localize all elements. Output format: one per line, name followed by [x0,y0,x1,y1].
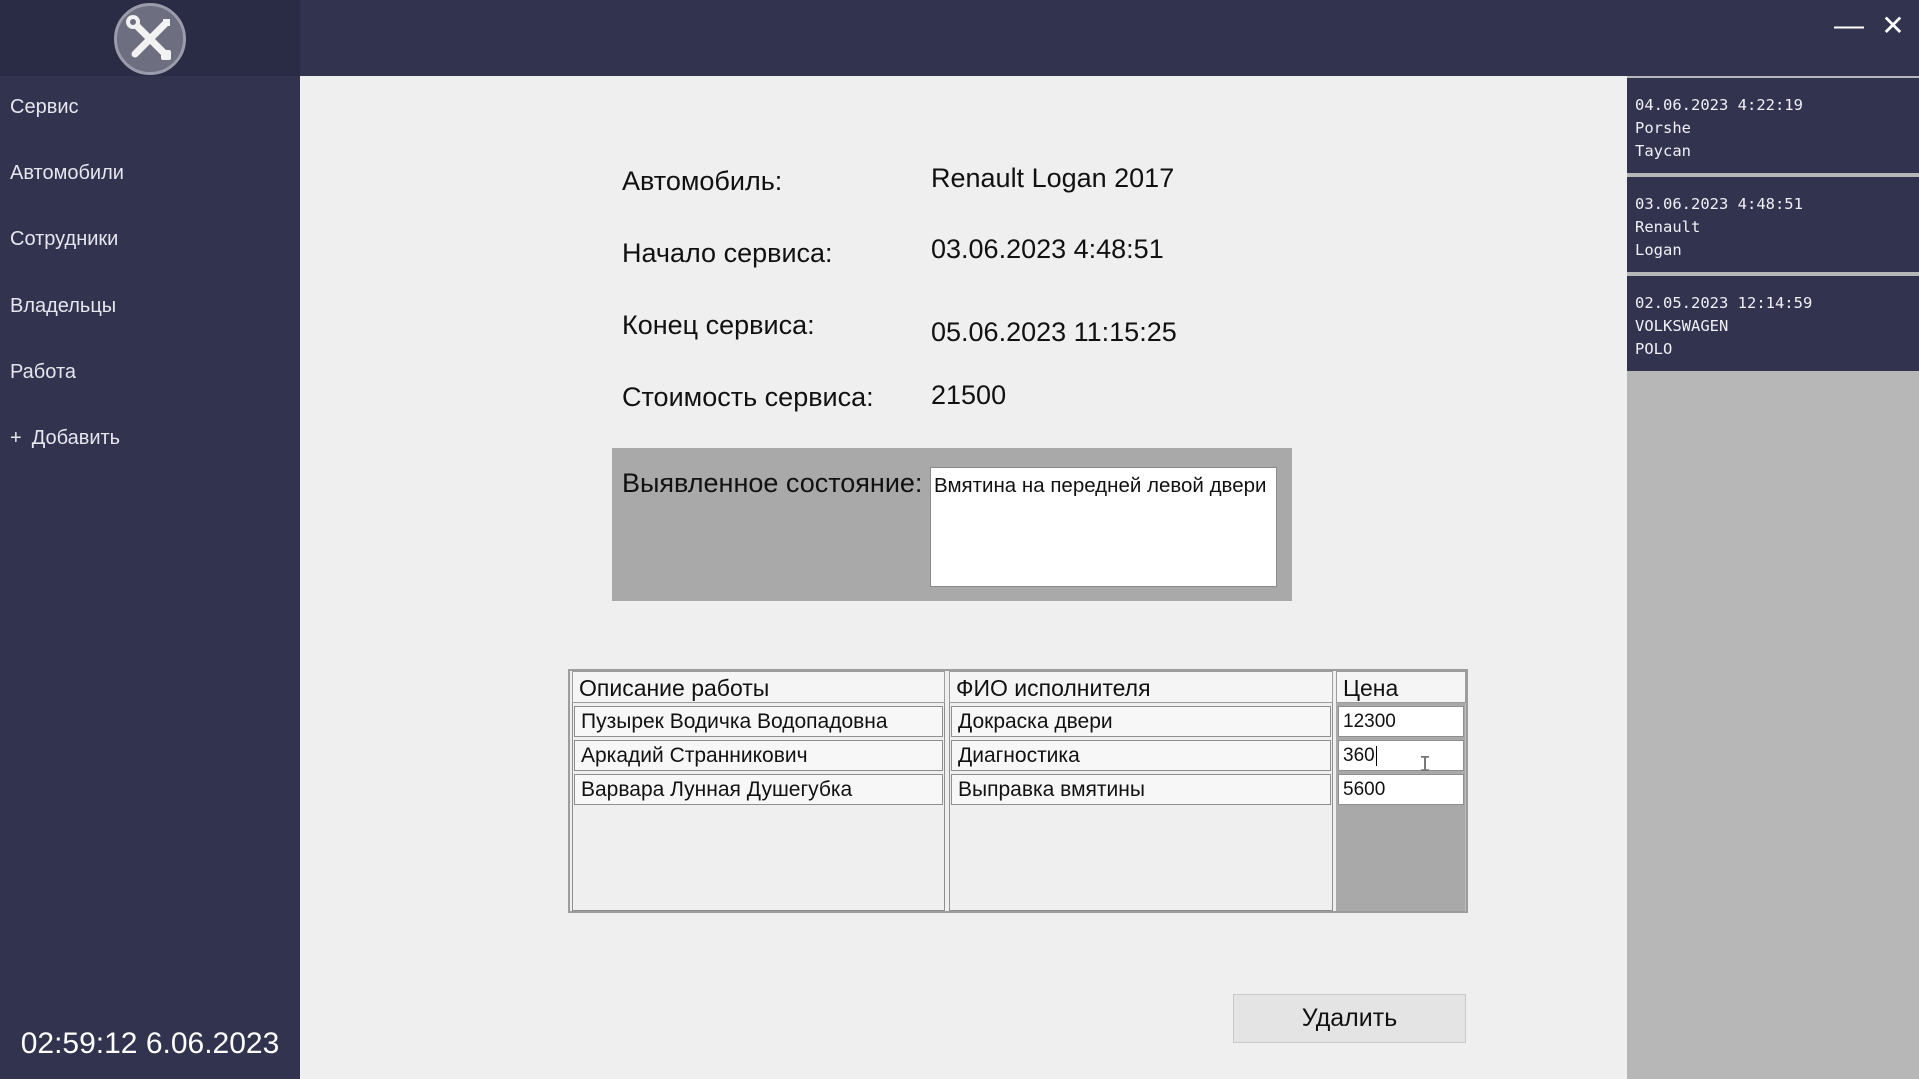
header-description[interactable]: Описание работы [572,671,945,703]
car-label: Автомобиль: [622,166,783,196]
history-make: Renault [1635,218,1701,236]
price-input[interactable]: 12300 [1338,706,1464,737]
history-make: Porshe [1635,119,1691,137]
table-cell[interactable]: Диагностика [951,740,1331,771]
history-date: 02.05.2023 12:14:59 [1635,294,1813,312]
sidebar-item-label: Добавить [31,427,121,449]
text-caret [1375,745,1377,766]
history-date: 03.06.2023 4:48:51 [1635,195,1803,213]
history-item[interactable]: 03.06.2023 4:48:51 Renault Logan [1627,177,1919,272]
history-model: Taycan [1635,142,1691,160]
history-panel: 04.06.2023 4:22:19 Porshe Taycan 03.06.2… [1627,76,1919,1079]
car-value: Renault Logan 2017 [931,163,1175,193]
logo-area [0,0,300,76]
cost-value: 21500 [931,380,1007,410]
table-cell[interactable]: Аркадий Странникович [574,740,943,771]
header-executor[interactable]: ФИО исполнителя [949,671,1333,703]
history-model: Logan [1635,241,1682,259]
price-input[interactable]: 5600 [1338,774,1464,805]
wrench-screwdriver-icon [126,15,171,60]
header-price[interactable]: Цена [1336,671,1466,703]
start-value: 03.06.2023 4:48:51 [931,234,1164,264]
sidebar-item-employees[interactable]: Сотрудники [0,214,300,264]
sidebar-item-add[interactable]: + Добавить [0,413,300,463]
sidebar-item-label: Работа [10,361,76,383]
start-label: Начало сервиса: [622,238,833,268]
table-cell[interactable]: Варвара Лунная Душегубка [574,774,943,805]
work-table: Описание работы ФИО исполнителя Цена Пуз… [568,669,1468,913]
sidebar-item-label: Автомобили [10,162,124,184]
sidebar-item-label: Сервис [10,96,79,118]
table-cell[interactable]: Пузырек Водичка Водопадовна [574,706,943,737]
history-model: POLO [1635,340,1673,358]
sidebar: Сервис Автомобили Сотрудники Владельцы Р… [0,0,300,1079]
condition-textarea[interactable]: Вмятина на передней левой двери [930,467,1277,587]
sidebar-item-cars[interactable]: Автомобили [0,148,300,198]
end-value: 05.06.2023 11:15:25 [931,317,1177,347]
cost-label: Стоимость сервиса: [622,382,874,412]
sidebar-item-service[interactable]: Сервис [0,82,300,132]
close-button[interactable]: ✕ [1875,8,1911,44]
history-make: VOLKSWAGEN [1635,317,1729,335]
table-cell[interactable]: Докраска двери [951,706,1331,737]
minimize-button[interactable]: — [1831,8,1867,44]
history-date: 04.06.2023 4:22:19 [1635,96,1803,114]
ibeam-cursor-icon: I [1419,752,1432,776]
price-input-value: 360 [1343,745,1375,766]
plus-icon: + [10,427,22,449]
title-bar: — ✕ [300,0,1919,76]
price-input-active[interactable]: 360 [1338,740,1464,771]
sidebar-item-label: Сотрудники [10,228,119,250]
sidebar-item-label: Владельцы [10,295,117,317]
tools-icon [114,3,186,75]
history-item[interactable]: 02.05.2023 12:14:59 VOLKSWAGEN POLO [1627,276,1919,371]
sidebar-item-owners[interactable]: Владельцы [0,281,300,331]
end-label: Конец сервиса: [622,310,815,340]
condition-panel: Выявленное состояние: Вмятина на передне… [612,448,1292,601]
table-cell[interactable]: Выправка вмятины [951,774,1331,805]
clock: 02:59:12 6.06.2023 [20,1027,280,1060]
sidebar-item-work[interactable]: Работа [0,347,300,397]
condition-label: Выявленное состояние: [622,468,923,498]
history-item[interactable]: 04.06.2023 4:22:19 Porshe Taycan [1627,78,1919,173]
delete-button[interactable]: Удалить [1233,994,1466,1043]
